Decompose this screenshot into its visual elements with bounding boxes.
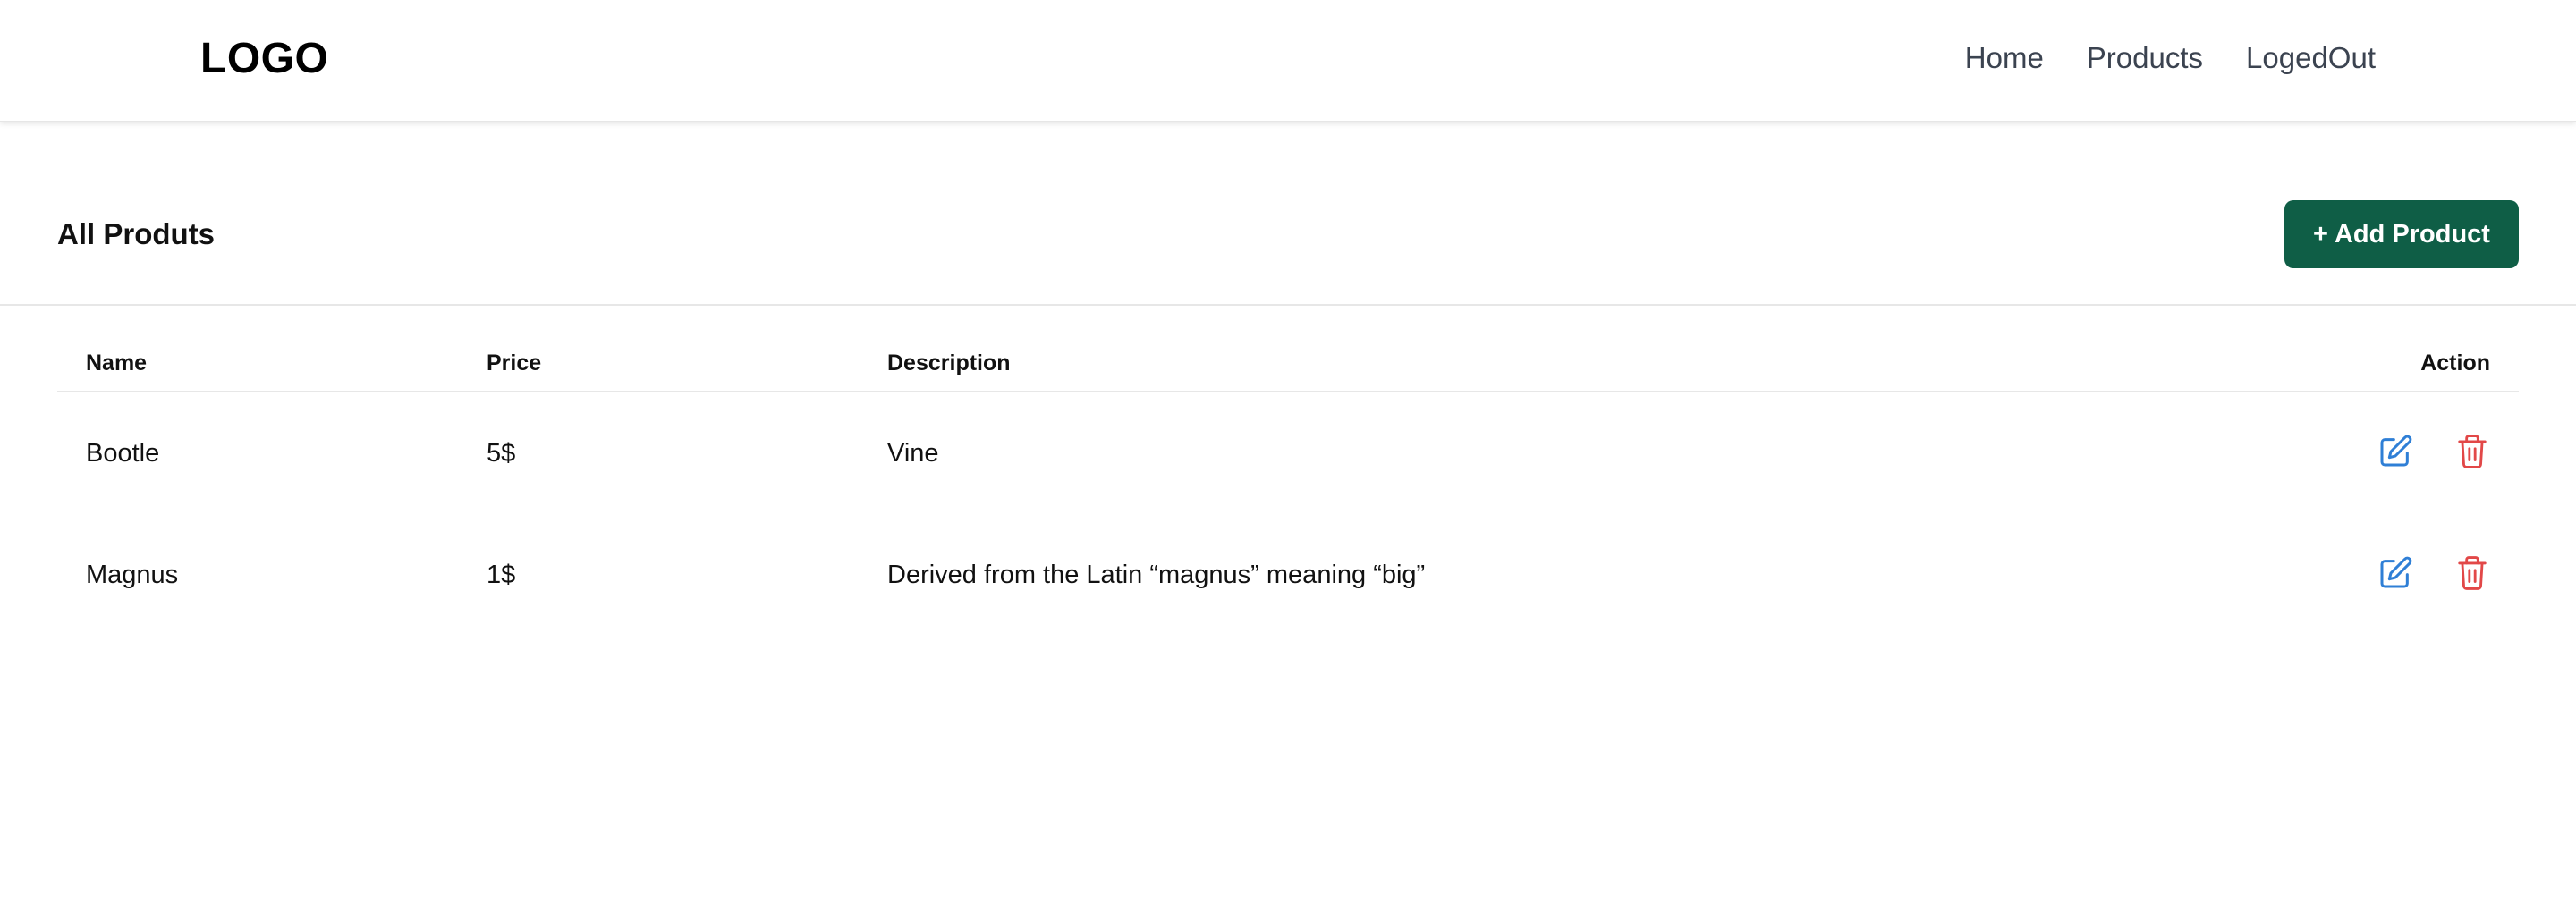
delete-button[interactable]	[2454, 553, 2490, 593]
product-name: Bootle	[86, 439, 160, 468]
row-actions	[2377, 432, 2490, 471]
delete-button[interactable]	[2454, 432, 2490, 471]
row-actions	[2377, 553, 2490, 593]
nav-home-link[interactable]: Home	[1965, 36, 2044, 80]
product-name: Magnus	[86, 561, 179, 589]
page-title-bar: All Produts + Add Product	[0, 122, 2576, 306]
product-price: 5$	[487, 439, 516, 468]
product-description: Vine	[887, 439, 939, 468]
product-price: 1$	[487, 561, 516, 589]
edit-button[interactable]	[2377, 432, 2413, 471]
top-header: LOGO Home Products LogedOut	[0, 0, 2576, 122]
trash-icon	[2458, 556, 2487, 590]
column-header-description: Description	[887, 350, 1011, 376]
nav-products-link[interactable]: Products	[2087, 36, 2203, 80]
table-header: Name Price Description Action	[57, 331, 2519, 392]
add-product-button[interactable]: + Add Product	[2284, 200, 2519, 268]
table-row: Magnus 1$ Derived from the Latin “magnus…	[57, 514, 2519, 636]
product-description: Derived from the Latin “magnus” meaning …	[887, 561, 1426, 589]
products-table: Name Price Description Action Bootle 5$ …	[57, 331, 2519, 636]
column-header-action: Action	[2420, 350, 2490, 376]
trash-icon	[2458, 435, 2487, 468]
logo[interactable]: LOGO	[200, 32, 328, 86]
column-header-name: Name	[86, 350, 148, 376]
edit-icon	[2380, 556, 2412, 588]
column-header-price: Price	[487, 350, 542, 376]
main-nav: Home Products LogedOut	[1965, 36, 2376, 80]
table-row: Bootle 5$ Vine	[57, 392, 2519, 514]
nav-logout-link[interactable]: LogedOut	[2246, 36, 2376, 80]
edit-icon	[2380, 435, 2412, 467]
page-title: All Produts	[57, 217, 216, 250]
edit-button[interactable]	[2377, 553, 2413, 593]
